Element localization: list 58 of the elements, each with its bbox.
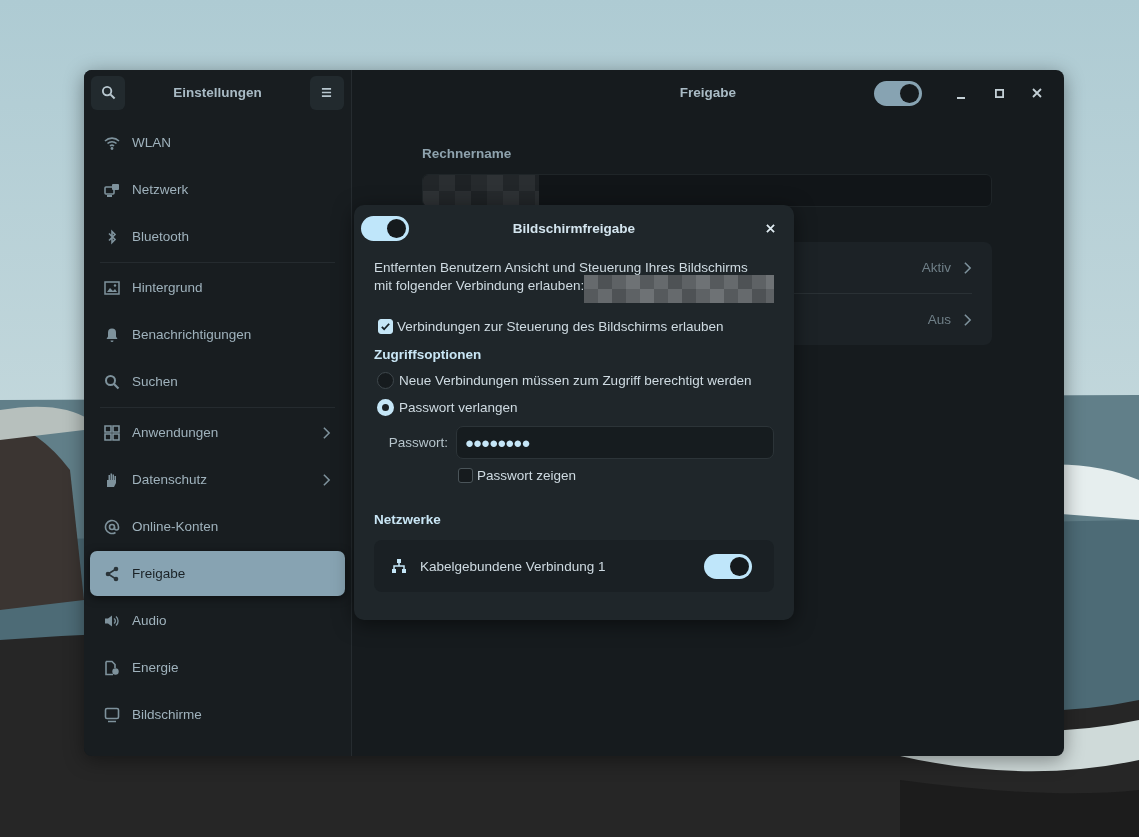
sidebar-item[interactable]: Online-Konten: [90, 504, 345, 549]
search-icon: [100, 85, 116, 100]
description-text: Entfernten Benutzern Ansicht und Steuerung Ihres Bildschirms: [374, 259, 748, 277]
password-field[interactable]: ●●●●●●●●: [456, 426, 774, 459]
sidebar-item[interactable]: WLAN: [90, 120, 345, 165]
dialog-title: Bildschirmfreigabe: [512, 220, 636, 236]
wifi-icon: [104, 134, 120, 151]
power-icon: [104, 659, 120, 676]
password-label: Passwort:: [387, 435, 449, 450]
section-heading: Netzwerke: [374, 512, 442, 527]
service-status: Aktiv: [921, 260, 951, 275]
network-name: Kabelgebundene Verbindung 1: [420, 558, 607, 574]
checkbox[interactable]: [458, 468, 473, 483]
sidebar-item[interactable]: Energie: [90, 645, 345, 690]
bell-icon: [104, 326, 120, 343]
chevron-right-icon[interactable]: [963, 260, 972, 275]
radio-option[interactable]: Passwort verlangen: [377, 398, 774, 416]
close-icon: [765, 223, 775, 233]
chevron-right-icon[interactable]: [963, 312, 972, 327]
description-text: mit folgender Verbindung erlauben:: [374, 277, 585, 295]
sidebar-item[interactable]: Hintergrund: [90, 265, 345, 310]
page-title: Freigabe: [679, 85, 737, 100]
network-icon: [391, 558, 407, 574]
radio-option[interactable]: Neue Verbindungen müssen zum Zugriff berechtigt werden: [377, 371, 774, 389]
share-icon: [104, 565, 120, 582]
hostname-field[interactable]: [422, 174, 992, 207]
radio-button[interactable]: [377, 371, 394, 389]
menu-button[interactable]: [310, 75, 344, 110]
sidebar-item[interactable]: Suchen: [90, 359, 345, 404]
grid-icon: [104, 424, 120, 441]
minimize-icon: [956, 97, 966, 99]
sidebar-item[interactable]: Anwendungen: [90, 410, 345, 455]
maximize-icon: [994, 88, 1004, 98]
close-icon: [1032, 88, 1042, 98]
network-icon: [104, 181, 120, 198]
search-icon: [104, 373, 120, 390]
sidebar-item[interactable]: Datenschutz: [90, 457, 345, 502]
service-status: Aus: [927, 312, 951, 327]
sidebar-item[interactable]: Benachrichtigungen: [90, 312, 345, 357]
sidebar-title: Einstellungen: [173, 85, 262, 100]
at-icon: [104, 518, 120, 535]
sidebar-item[interactable]: Audio: [90, 598, 345, 643]
hostname-label: Rechnername: [422, 146, 513, 161]
sidebar-item[interactable]: Netzwerk: [90, 167, 345, 212]
sidebar-item[interactable]: Bluetooth: [90, 214, 345, 259]
toggle-switch[interactable]: [874, 80, 922, 106]
image-icon: [104, 279, 120, 296]
checkbox-option[interactable]: Passwort zeigen: [458, 468, 774, 483]
sidebar-item[interactable]: Freigabe: [90, 551, 345, 596]
display-icon: [104, 706, 120, 723]
toggle-switch[interactable]: [361, 215, 409, 241]
toggle-switch[interactable]: [704, 553, 752, 579]
section-heading: Zugriffsoptionen: [374, 347, 483, 362]
checkmark-icon: [380, 321, 391, 332]
sidebar-item[interactable]: Bildschirme: [90, 692, 345, 737]
search-button[interactable]: [91, 75, 125, 110]
menu-icon: [321, 87, 333, 98]
checkbox-option[interactable]: Verbindungen zur Steuerung des Bildschirms erlauben: [378, 319, 774, 334]
